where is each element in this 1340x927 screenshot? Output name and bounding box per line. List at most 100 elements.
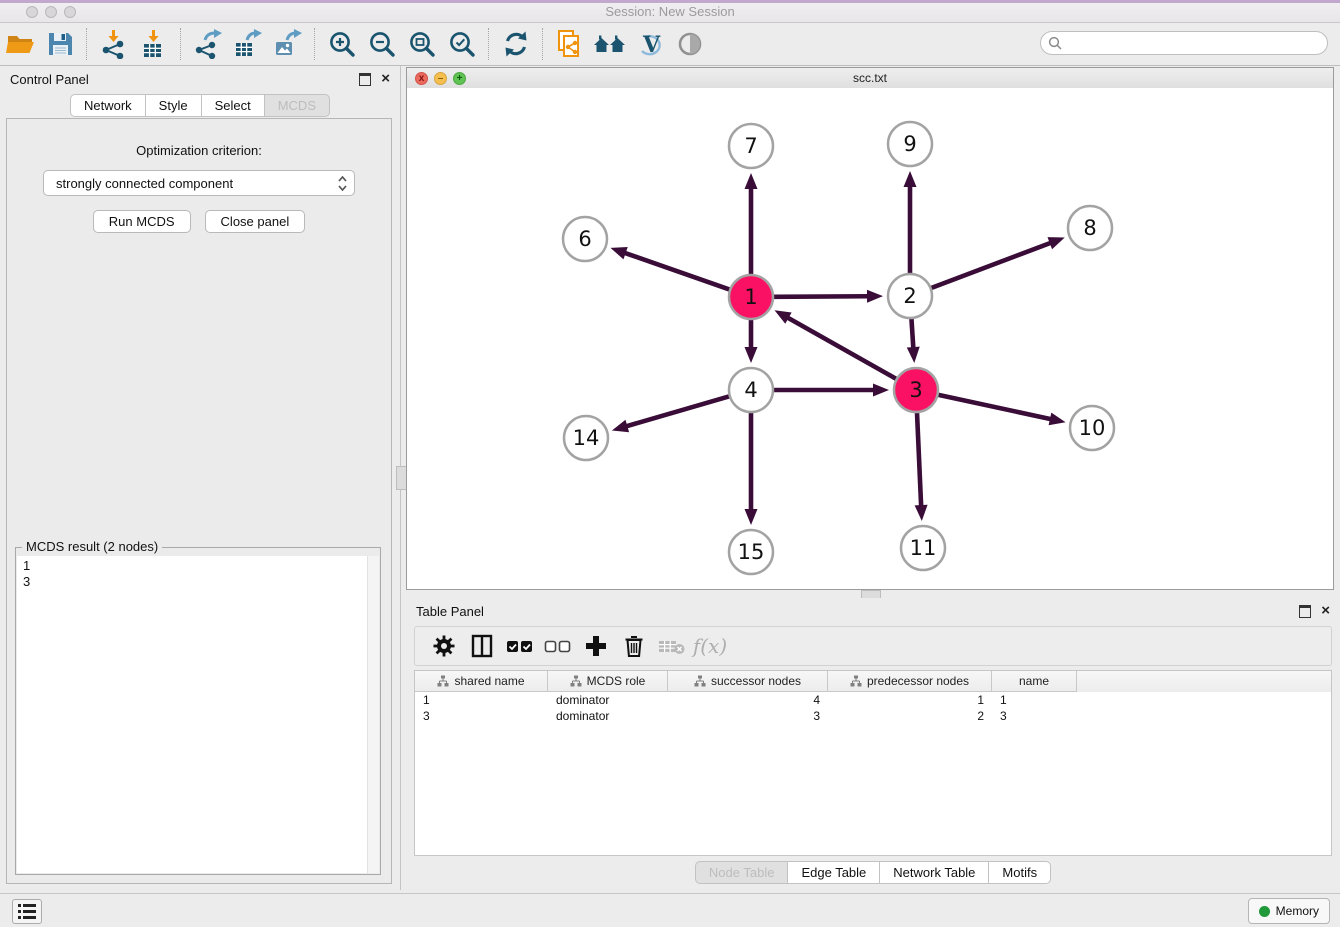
graph-node-6[interactable]: 6 bbox=[563, 217, 607, 261]
tab-motifs[interactable]: Motifs bbox=[989, 861, 1051, 884]
column-header-successor-nodes[interactable]: successor nodes bbox=[668, 671, 828, 692]
table-cell[interactable]: dominator bbox=[548, 708, 668, 724]
graph-edge-3-10[interactable] bbox=[938, 395, 1065, 425]
table-cell[interactable]: 3 bbox=[668, 708, 828, 724]
column-header-name[interactable]: name bbox=[992, 671, 1077, 692]
deselect-all-columns-button[interactable] bbox=[539, 629, 577, 663]
zoom-fit-button[interactable] bbox=[402, 26, 442, 62]
graph-edge-2-8[interactable] bbox=[932, 237, 1065, 288]
zoom-out-button[interactable] bbox=[362, 26, 402, 62]
graph-edge-3-11[interactable] bbox=[915, 413, 928, 521]
home-network-button[interactable] bbox=[590, 26, 630, 62]
graph-edge-2-3[interactable] bbox=[907, 319, 920, 363]
graph-edge-3-1[interactable] bbox=[775, 310, 896, 378]
graph-edge-1-4[interactable] bbox=[745, 320, 758, 363]
table-cell[interactable]: dominator bbox=[548, 692, 668, 708]
save-session-button[interactable] bbox=[40, 26, 80, 62]
refresh-icon bbox=[501, 29, 531, 59]
table-cell[interactable]: 4 bbox=[668, 692, 828, 708]
import-network-button[interactable] bbox=[94, 26, 134, 62]
show-column-panel-button[interactable] bbox=[463, 629, 501, 663]
mcds-result-title: MCDS result (2 nodes) bbox=[22, 539, 162, 554]
tab-network-table[interactable]: Network Table bbox=[880, 861, 989, 884]
hide-preview-button[interactable] bbox=[670, 26, 710, 62]
graph-edge-2-9[interactable] bbox=[904, 171, 917, 273]
import-table-button[interactable] bbox=[134, 26, 174, 62]
table-cell[interactable]: 3 bbox=[415, 708, 548, 724]
open-session-button[interactable] bbox=[0, 26, 40, 62]
graph-node-9[interactable]: 9 bbox=[888, 122, 932, 166]
float-panel-icon[interactable] bbox=[359, 73, 371, 86]
graph-node-15[interactable]: 15 bbox=[729, 530, 773, 574]
function-builder-button[interactable]: f(x) bbox=[691, 629, 729, 663]
network-window-titlebar[interactable]: x – + scc.txt bbox=[407, 68, 1333, 89]
graph-edge-4-14[interactable] bbox=[612, 396, 729, 432]
network-from-file-button[interactable] bbox=[550, 26, 590, 62]
close-panel-icon[interactable]: × bbox=[381, 74, 390, 84]
select-all-columns-button[interactable] bbox=[501, 629, 539, 663]
graph-node-3[interactable]: 3 bbox=[894, 368, 938, 412]
create-column-button[interactable] bbox=[577, 629, 615, 663]
table-cell[interactable]: 1 bbox=[828, 692, 992, 708]
refresh-button[interactable] bbox=[496, 26, 536, 62]
memory-button[interactable]: Memory bbox=[1248, 898, 1330, 924]
graph-edge-1-7[interactable] bbox=[745, 173, 758, 274]
optimization-criterion-select[interactable]: strongly connected component bbox=[43, 170, 355, 196]
column-header-MCDS-role[interactable]: MCDS role bbox=[548, 671, 668, 692]
column-header-shared-name[interactable]: shared name bbox=[415, 671, 548, 692]
result-scrollbar[interactable] bbox=[367, 556, 379, 873]
graph-node-10[interactable]: 10 bbox=[1070, 406, 1114, 450]
svg-text:11: 11 bbox=[910, 536, 937, 560]
column-type-icon bbox=[437, 675, 449, 687]
table-cell[interactable]: 2 bbox=[828, 708, 992, 724]
graph-edge-4-3[interactable] bbox=[774, 384, 889, 397]
export-table-button[interactable] bbox=[228, 26, 268, 62]
tab-mcds[interactable]: MCDS bbox=[265, 94, 330, 117]
graph-edge-1-6[interactable] bbox=[610, 247, 729, 289]
vizmapper-button[interactable]: V bbox=[630, 26, 670, 62]
tab-node-table[interactable]: Node Table bbox=[695, 861, 789, 884]
graph-node-2[interactable]: 2 bbox=[888, 274, 932, 318]
float-panel-icon[interactable] bbox=[1299, 605, 1311, 618]
search-icon bbox=[1048, 36, 1062, 50]
graph-node-4[interactable]: 4 bbox=[729, 368, 773, 412]
graph-edge-4-15[interactable] bbox=[745, 413, 758, 525]
run-mcds-button[interactable]: Run MCDS bbox=[93, 210, 191, 233]
table-cell[interactable]: 1 bbox=[415, 692, 548, 708]
graph-node-8[interactable]: 8 bbox=[1068, 206, 1112, 250]
export-network-button[interactable] bbox=[188, 26, 228, 62]
table-cell[interactable]: 1 bbox=[992, 692, 1077, 708]
tab-edge-table[interactable]: Edge Table bbox=[788, 861, 880, 884]
tab-network[interactable]: Network bbox=[70, 94, 146, 117]
column-header-predecessor-nodes[interactable]: predecessor nodes bbox=[828, 671, 992, 692]
close-panel-button[interactable]: Close panel bbox=[205, 210, 306, 233]
table-cell[interactable]: 3 bbox=[992, 708, 1077, 724]
delete-columns-button[interactable] bbox=[615, 629, 653, 663]
export-image-button[interactable] bbox=[268, 26, 308, 62]
task-history-button[interactable] bbox=[12, 899, 42, 924]
tab-style[interactable]: Style bbox=[146, 94, 202, 117]
eye-icon bbox=[675, 29, 705, 59]
graph-node-14[interactable]: 14 bbox=[564, 416, 608, 460]
table-row[interactable]: 1dominator411 bbox=[415, 692, 1331, 708]
svg-text:9: 9 bbox=[903, 132, 916, 156]
table-settings-button[interactable] bbox=[425, 629, 463, 663]
zoom-in-button[interactable] bbox=[322, 26, 362, 62]
column-label: shared name bbox=[454, 674, 524, 688]
network-canvas[interactable]: 1 2 3 4 6 7 8 9 10 11 14 15 bbox=[407, 88, 1333, 589]
graph-node-7[interactable]: 7 bbox=[729, 124, 773, 168]
graph-edge-1-2[interactable] bbox=[774, 290, 883, 303]
horizontal-splitter[interactable] bbox=[406, 590, 1340, 598]
mcds-result-list[interactable]: 13 bbox=[17, 556, 368, 873]
select-stepper-icon bbox=[337, 175, 348, 192]
delete-table-button[interactable] bbox=[653, 629, 691, 663]
search-input[interactable] bbox=[1040, 31, 1328, 55]
memory-label: Memory bbox=[1276, 904, 1319, 918]
zoom-selected-button[interactable] bbox=[442, 26, 482, 62]
graph-node-1[interactable]: 1 bbox=[729, 275, 773, 319]
control-panel-title: Control Panel bbox=[10, 72, 89, 87]
table-row[interactable]: 3dominator323 bbox=[415, 708, 1331, 724]
tab-select[interactable]: Select bbox=[202, 94, 265, 117]
close-panel-icon[interactable]: × bbox=[1321, 606, 1330, 616]
graph-node-11[interactable]: 11 bbox=[901, 526, 945, 570]
